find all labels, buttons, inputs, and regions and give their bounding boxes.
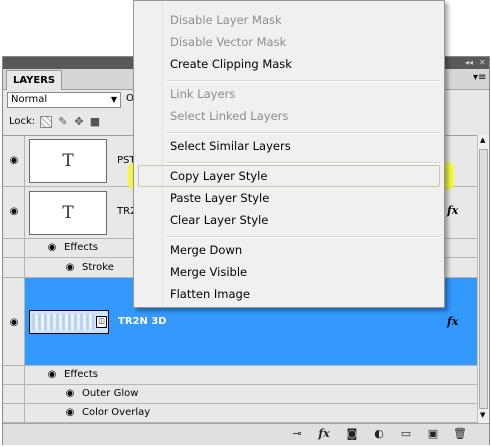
effect-row-color-overlay[interactable]: ◉ Color Overlay (3, 404, 477, 423)
lock-transparent-icon[interactable] (40, 116, 52, 128)
menu-separator (166, 162, 440, 164)
eye-icon[interactable]: ◉ (6, 205, 22, 219)
adjustment-icon[interactable]: ◐ (371, 427, 387, 441)
menu-item-disable-layer-mask[interactable]: Disable Layer Mask (170, 9, 282, 31)
layer-thumbnail: T (29, 191, 107, 235)
tab-layers[interactable]: LAYERS (6, 70, 63, 90)
close-icon[interactable]: ✕ (479, 57, 486, 69)
scroll-thumb[interactable] (479, 149, 488, 409)
menu-item-select-similar-layers[interactable]: Select Similar Layers (170, 135, 291, 157)
context-menu: Disable Layer Mask Disable Vector Mask C… (133, 0, 445, 308)
eye-icon[interactable]: ◉ (62, 261, 78, 275)
fx-icon[interactable]: fx (447, 204, 458, 217)
layer-scrollbar[interactable]: ▲ ▼ (477, 135, 489, 423)
visibility-cell (3, 385, 25, 403)
collapse-icon[interactable]: ◂◂ (465, 57, 473, 69)
effect-label: Stroke (82, 262, 114, 273)
menu-gutter (162, 1, 163, 307)
mask-icon[interactable]: ◙ (344, 427, 360, 441)
menu-item-select-linked-layers[interactable]: Select Linked Layers (170, 105, 288, 127)
fx-icon[interactable]: fx (447, 315, 458, 328)
menu-item-link-layers[interactable]: Link Layers (170, 83, 235, 105)
effect-label: Color Overlay (82, 407, 151, 418)
lock-position-icon[interactable]: ✥ (73, 116, 85, 128)
blend-mode-select[interactable]: Normal ▼ (7, 92, 121, 108)
lock-image-icon[interactable]: ✎ (57, 116, 69, 128)
fx-icon[interactable]: fx (316, 427, 332, 441)
trash-icon[interactable]: 🗑 (452, 427, 468, 441)
eye-icon[interactable]: ◉ (44, 368, 60, 382)
visibility-cell (3, 366, 25, 384)
menu-item-copy-layer-style[interactable]: Copy Layer Style (170, 165, 267, 187)
scroll-up-icon[interactable]: ▲ (480, 136, 485, 144)
menu-item-flatten-image[interactable]: Flatten Image (170, 283, 250, 305)
menu-item-paste-layer-style[interactable]: Paste Layer Style (170, 187, 269, 209)
menu-separator (166, 80, 440, 82)
visibility-cell (3, 404, 25, 422)
panel-menu-icon[interactable]: ▾≡ (473, 72, 486, 83)
link-layers-icon[interactable]: ⊸ (289, 427, 305, 441)
eye-icon[interactable]: ◉ (6, 316, 22, 330)
effect-row-outer-glow[interactable]: ◉ Outer Glow (3, 385, 477, 404)
effects-row[interactable]: ◉ Effects (3, 366, 477, 385)
menu-separator (166, 132, 440, 134)
eye-icon[interactable]: ◉ (62, 387, 78, 401)
effects-label: Effects (64, 369, 98, 380)
menu-item-disable-vector-mask[interactable]: Disable Vector Mask (170, 31, 286, 53)
visibility-cell[interactable]: ◉ (3, 187, 25, 238)
layer-thumbnail: ◫ (29, 310, 109, 334)
menu-item-clear-layer-style[interactable]: Clear Layer Style (170, 209, 268, 231)
menu-item-merge-down[interactable]: Merge Down (170, 239, 242, 261)
layer-thumbnail: T (29, 139, 107, 183)
visibility-cell (3, 239, 25, 257)
visibility-cell[interactable]: ◉ (3, 136, 25, 186)
panel-bottom-bar: ⊸ fx ◙ ◐ ▭ ▣ 🗑 (3, 423, 489, 445)
lock-label: Lock: (9, 116, 36, 127)
lock-all-icon[interactable]: ■ (89, 116, 101, 128)
scroll-down-icon[interactable]: ▼ (480, 411, 485, 419)
thumbnail-preview (32, 314, 94, 330)
group-folder-icon[interactable]: ▭ (398, 427, 414, 441)
visibility-cell (3, 258, 25, 277)
layer-name: TR2N 3D (118, 316, 167, 327)
smart-object-icon: ◫ (96, 316, 107, 328)
eye-icon[interactable]: ◉ (44, 241, 60, 255)
eye-icon[interactable]: ◉ (62, 406, 78, 420)
effect-label: Outer Glow (82, 388, 139, 399)
visibility-cell[interactable]: ◉ (3, 278, 25, 365)
chevron-down-icon: ▼ (110, 95, 117, 104)
blend-mode-value: Normal (11, 94, 48, 105)
menu-separator (166, 236, 440, 238)
eye-icon[interactable]: ◉ (6, 154, 22, 168)
new-layer-icon[interactable]: ▣ (425, 427, 441, 441)
effects-label: Effects (64, 242, 98, 253)
menu-item-merge-visible[interactable]: Merge Visible (170, 261, 247, 283)
menu-item-create-clipping-mask[interactable]: Create Clipping Mask (170, 53, 292, 75)
